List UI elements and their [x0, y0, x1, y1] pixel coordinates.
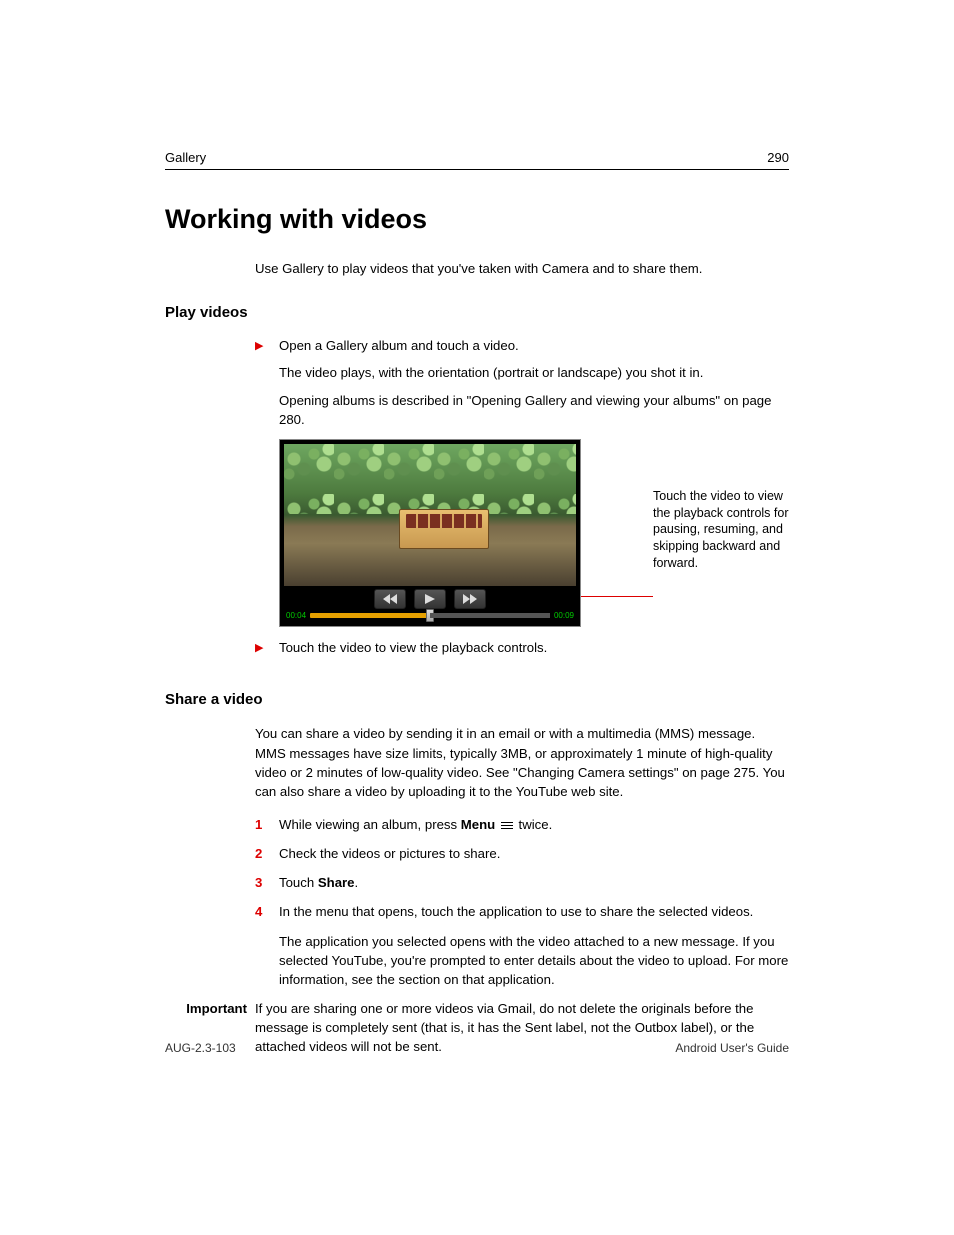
- step-number: 2: [255, 844, 267, 863]
- triangle-bullet-icon: ▶: [255, 639, 269, 657]
- step-text: Touch Share.: [279, 873, 789, 892]
- step-number: 1: [255, 815, 267, 834]
- callout-line: [581, 596, 653, 597]
- rewind-button[interactable]: [374, 589, 406, 609]
- play-button[interactable]: [414, 589, 446, 609]
- heading-share-video: Share a video: [165, 691, 789, 708]
- step-number: 4: [255, 902, 267, 921]
- step-item: 4 In the menu that opens, touch the appl…: [255, 902, 789, 921]
- step-text: In the menu that opens, touch the applic…: [279, 902, 789, 921]
- playback-controls: 00:04 00:09: [280, 586, 580, 626]
- footer-doc-title: Android User's Guide: [675, 1041, 789, 1055]
- step-item: 1 While viewing an album, press Menu twi…: [255, 815, 789, 834]
- callout-text: Touch the video to view the playback con…: [653, 488, 789, 572]
- step-text: While viewing an album, press Menu twice…: [279, 815, 789, 834]
- step-item: 2 Check the videos or pictures to share.: [255, 844, 789, 863]
- intro-text: Use Gallery to play videos that you've t…: [255, 261, 789, 276]
- time-elapsed: 00:04: [286, 611, 306, 620]
- bullet-item: ▶ Touch the video to view the playback c…: [255, 639, 789, 657]
- progress-bar[interactable]: [310, 613, 550, 618]
- body-text: The video plays, with the orientation (p…: [279, 363, 789, 382]
- figure: 00:04 00:09 Touch the video to view the …: [279, 439, 789, 627]
- header-section: Gallery: [165, 150, 206, 165]
- menu-icon: [501, 820, 513, 831]
- step-item: 3 Touch Share.: [255, 873, 789, 892]
- video-player[interactable]: 00:04 00:09: [279, 439, 581, 627]
- body-text: Opening albums is described in "Opening …: [279, 391, 789, 429]
- bullet-text: Touch the video to view the playback con…: [279, 639, 547, 657]
- step-number: 3: [255, 873, 267, 892]
- triangle-bullet-icon: ▶: [255, 337, 269, 355]
- share-paragraph: You can share a video by sending it in a…: [255, 724, 789, 801]
- progress-thumb[interactable]: [426, 609, 434, 622]
- step-text: The application you selected opens with …: [279, 932, 789, 989]
- time-total: 00:09: [554, 611, 574, 620]
- page-title: Working with videos: [165, 204, 789, 235]
- page-footer: AUG-2.3-103 Android User's Guide: [165, 1041, 789, 1055]
- heading-play-videos: Play videos: [165, 304, 789, 321]
- bullet-text: Open a Gallery album and touch a video.: [279, 337, 519, 355]
- bullet-item: ▶ Open a Gallery album and touch a video…: [255, 337, 789, 355]
- header-page-number: 290: [767, 150, 789, 165]
- step-continuation: The application you selected opens with …: [255, 932, 789, 989]
- video-frame: [284, 444, 576, 586]
- footer-doc-id: AUG-2.3-103: [165, 1041, 236, 1055]
- page-header: Gallery 290: [165, 150, 789, 170]
- forward-button[interactable]: [454, 589, 486, 609]
- step-text: Check the videos or pictures to share.: [279, 844, 789, 863]
